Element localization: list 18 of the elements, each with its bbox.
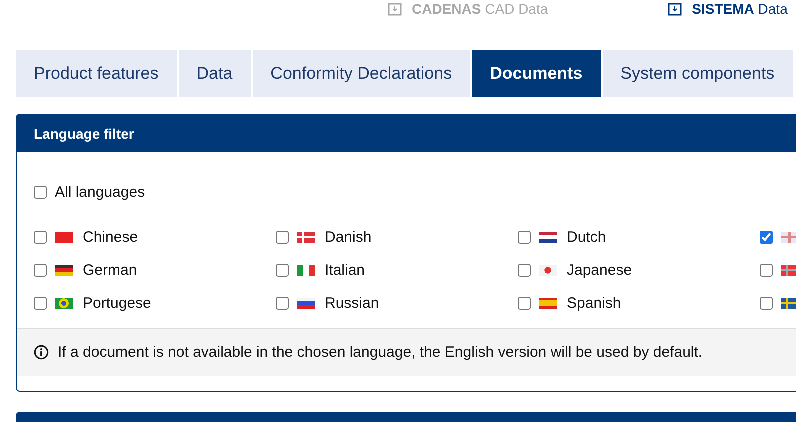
- language-label: German: [83, 262, 138, 279]
- tab[interactable]: System components: [602, 50, 793, 97]
- data-link[interactable]: SISTEMA Data: [668, 1, 788, 17]
- tab[interactable]: Conformity Declarations: [252, 50, 470, 97]
- language-label: Spanish: [567, 295, 622, 312]
- language-label: Portugese: [83, 295, 152, 312]
- tab[interactable]: Documents: [472, 50, 601, 97]
- language-label: All languages: [55, 184, 146, 201]
- note-text: If a document is not available in the chosen language, the English version will be used by default.: [58, 344, 703, 361]
- language-label: Chinese: [83, 229, 138, 246]
- tab[interactable]: Data: [178, 50, 251, 97]
- language-label: Italian: [325, 262, 366, 279]
- tab[interactable]: Product features: [16, 50, 177, 97]
- language-label: Japanese: [567, 262, 632, 279]
- language-label: Russian: [325, 295, 380, 312]
- language-label: Dutch: [567, 229, 606, 246]
- language-label: Danish: [325, 229, 372, 246]
- panel-title: Language filter: [17, 115, 796, 152]
